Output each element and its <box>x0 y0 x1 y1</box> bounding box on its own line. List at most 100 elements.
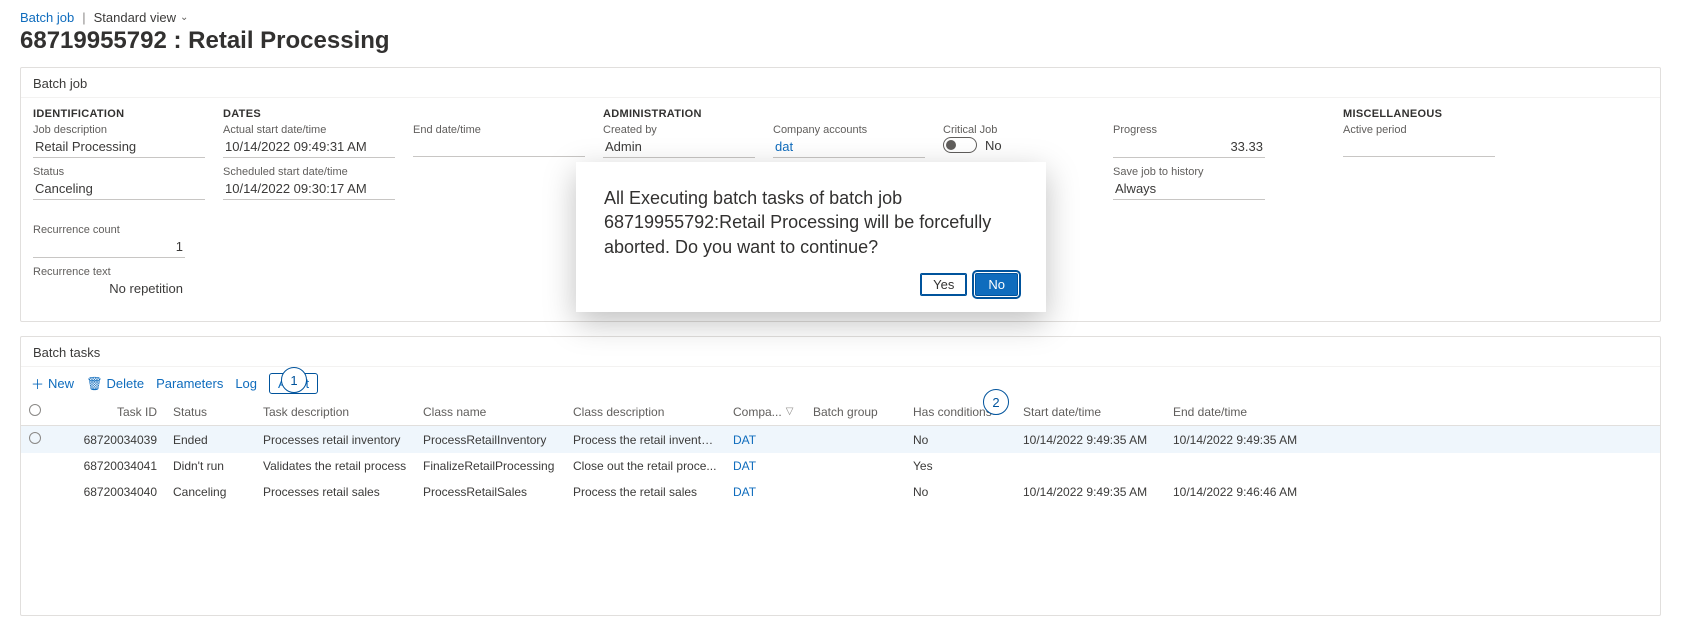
label-actual-start: Actual start date/time <box>223 124 395 136</box>
callout-2: 2 <box>983 389 1009 415</box>
label-critical: Critical Job <box>943 124 1095 136</box>
cell-class: ProcessRetailInventory <box>415 426 565 454</box>
label-recurrence-count: Recurrence count <box>33 224 185 236</box>
label-scheduled-start: Scheduled start date/time <box>223 166 395 178</box>
cell-cdesc: Process the retail inventory <box>565 426 725 454</box>
dialog-message: All Executing batch tasks of batch job 6… <box>604 186 1018 259</box>
field-actual-start[interactable]: 10/14/2022 09:49:31 AM <box>223 137 395 158</box>
group-title-identification: IDENTIFICATION <box>33 108 205 120</box>
trash-icon: 🗑 <box>86 376 103 392</box>
field-company[interactable]: dat <box>773 137 925 158</box>
cell-cond: Yes <box>905 453 1015 479</box>
field-status[interactable]: Canceling <box>33 179 205 200</box>
col-end[interactable]: End date/time <box>1165 398 1315 426</box>
col-class-desc[interactable]: Class description <box>565 398 725 426</box>
delete-button[interactable]: 🗑Delete <box>86 376 144 392</box>
col-company[interactable]: Compa...▽ <box>725 398 805 426</box>
cell-status: Canceling <box>165 479 255 505</box>
cell-task-id: 68720034040 <box>55 479 165 505</box>
batch-tasks-card: Batch tasks ＋New 🗑Delete Parameters Log … <box>20 336 1661 616</box>
col-status[interactable]: Status <box>165 398 255 426</box>
log-button[interactable]: Log <box>235 376 257 391</box>
cell-company[interactable]: DAT <box>725 479 805 505</box>
confirm-dialog: All Executing batch tasks of batch job 6… <box>576 162 1046 312</box>
col-task-desc[interactable]: Task description <box>255 398 415 426</box>
cell-group <box>805 426 905 454</box>
label-progress: Progress <box>1113 124 1265 136</box>
table-row[interactable]: 68720034040CancelingProcesses retail sal… <box>21 479 1660 505</box>
view-selector[interactable]: Standard view ⌄ <box>94 10 189 25</box>
row-select[interactable] <box>21 426 55 454</box>
cell-company[interactable]: DAT <box>725 426 805 454</box>
field-end[interactable] <box>413 137 585 157</box>
cell-cond: No <box>905 426 1015 454</box>
cell-end: 10/14/2022 9:46:46 AM <box>1165 479 1315 505</box>
label-recurrence-text: Recurrence text <box>33 266 185 278</box>
tasks-toolbar: ＋New 🗑Delete Parameters Log Abort 1 2 <box>21 367 1660 398</box>
cell-task-id: 68720034039 <box>55 426 165 454</box>
callout-1: 1 <box>281 367 307 393</box>
cell-desc: Processes retail inventory <box>255 426 415 454</box>
label-company: Company accounts <box>773 124 925 136</box>
col-select[interactable] <box>21 398 55 426</box>
field-scheduled-start[interactable]: 10/14/2022 09:30:17 AM <box>223 179 395 200</box>
field-created-by[interactable]: Admin <box>603 137 755 158</box>
cell-start <box>1015 453 1165 479</box>
field-job-description[interactable]: Retail Processing <box>33 137 205 158</box>
cell-end: 10/14/2022 9:49:35 AM <box>1165 426 1315 454</box>
col-task-id[interactable]: Task ID <box>55 398 165 426</box>
group-misc-2: Recurrence count 1 Recurrence text No re… <box>33 208 203 307</box>
label-job-description: Job description <box>33 124 205 136</box>
group-dates-2: End date/time <box>413 108 603 208</box>
cell-cdesc: Process the retail sales <box>565 479 725 505</box>
chevron-down-icon: ⌄ <box>180 12 188 23</box>
new-button[interactable]: ＋New <box>31 374 74 393</box>
cell-group <box>805 479 905 505</box>
group-title-admin: ADMINISTRATION <box>603 108 755 120</box>
cell-class: ProcessRetailSales <box>415 479 565 505</box>
no-button[interactable]: No <box>975 273 1018 296</box>
col-start[interactable]: Start date/time <box>1015 398 1165 426</box>
col-class-name[interactable]: Class name <box>415 398 565 426</box>
label-active-period: Active period <box>1343 124 1495 136</box>
group-title-misc: MISCELLANEOUS <box>1343 108 1495 120</box>
toggle-critical[interactable] <box>943 137 977 153</box>
cell-company[interactable]: DAT <box>725 453 805 479</box>
cell-desc: Validates the retail process <box>255 453 415 479</box>
cell-cdesc: Close out the retail proce... <box>565 453 725 479</box>
yes-button[interactable]: Yes <box>920 273 967 296</box>
field-progress[interactable]: 33.33 <box>1113 137 1265 158</box>
tasks-grid: Task ID Status Task description Class na… <box>21 398 1660 505</box>
field-save-history[interactable]: Always <box>1113 179 1265 200</box>
col-batch-group[interactable]: Batch group <box>805 398 905 426</box>
row-select[interactable] <box>21 453 55 479</box>
tasks-title: Batch tasks <box>21 337 1660 367</box>
table-row[interactable]: 68720034041Didn't runValidates the retai… <box>21 453 1660 479</box>
table-row[interactable]: 68720034039EndedProcesses retail invento… <box>21 426 1660 454</box>
row-select[interactable] <box>21 479 55 505</box>
plus-icon: ＋ <box>31 374 44 393</box>
cell-task-id: 68720034041 <box>55 453 165 479</box>
cell-class: FinalizeRetailProcessing <box>415 453 565 479</box>
field-recurrence-text: No repetition <box>33 279 185 299</box>
filter-icon: ▽ <box>786 406 794 417</box>
breadcrumb-parent[interactable]: Batch job <box>20 10 74 25</box>
group-title-dates: DATES <box>223 108 395 120</box>
cell-start: 10/14/2022 9:49:35 AM <box>1015 479 1165 505</box>
cell-group <box>805 453 905 479</box>
label-end: End date/time <box>413 124 585 136</box>
group-admin-4: Progress 33.33 Save job to history Alway… <box>1113 108 1283 208</box>
cell-status: Ended <box>165 426 255 454</box>
breadcrumb-separator: | <box>82 10 85 25</box>
group-dates: DATES Actual start date/time 10/14/2022 … <box>223 108 413 208</box>
label-status: Status <box>33 166 205 178</box>
parameters-button[interactable]: Parameters <box>156 376 223 391</box>
view-label: Standard view <box>94 10 176 25</box>
table-header-row: Task ID Status Task description Class na… <box>21 398 1660 426</box>
cell-cond: No <box>905 479 1015 505</box>
field-critical: No <box>985 138 1002 153</box>
breadcrumb: Batch job | Standard view ⌄ <box>20 10 1661 25</box>
field-active-period[interactable] <box>1343 137 1495 157</box>
cell-start: 10/14/2022 9:49:35 AM <box>1015 426 1165 454</box>
field-recurrence-count[interactable]: 1 <box>33 237 185 258</box>
